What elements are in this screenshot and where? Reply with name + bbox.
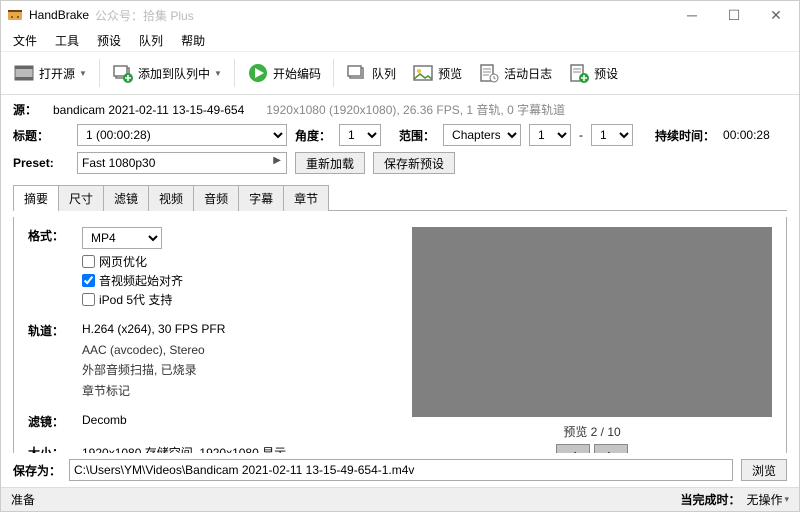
- range-to-select[interactable]: 1: [591, 124, 633, 146]
- range-from-select[interactable]: 1: [529, 124, 571, 146]
- tab-bar: 摘要 尺寸 滤镜 视频 音频 字幕 章节: [13, 184, 787, 211]
- duration-value: 00:00:28: [723, 128, 770, 142]
- tab-content-summary: 格式： MP4 网页优化 音视频起始对齐 iPod 5代 支持 轨道： H.26…: [13, 217, 787, 453]
- body-area: 源： bandicam 2021-02-11 13-15-49-654 1920…: [1, 95, 799, 453]
- duration-label: 持续时间：: [655, 127, 715, 144]
- tab-audio[interactable]: 音频: [193, 185, 239, 211]
- preset-icon: [568, 62, 590, 84]
- start-encode-button[interactable]: 开始编码: [241, 58, 327, 88]
- play-icon: [247, 62, 269, 84]
- track-foreign-scan: 外部音频扫描, 已烧录: [82, 361, 392, 378]
- menu-queue[interactable]: 队列: [133, 30, 169, 51]
- activity-log-button[interactable]: 活动日志: [472, 58, 558, 88]
- log-icon: [478, 62, 500, 84]
- title-label: 标题：: [13, 127, 69, 144]
- preset-picker[interactable]: ▶: [77, 152, 287, 174]
- source-line: 源： bandicam 2021-02-11 13-15-49-654 1920…: [13, 101, 787, 118]
- chevron-right-icon: ▶: [273, 155, 281, 166]
- menu-tools[interactable]: 工具: [49, 30, 85, 51]
- menu-presets[interactable]: 预设: [91, 30, 127, 51]
- menu-bar: 文件 工具 预设 队列 帮助: [1, 29, 799, 51]
- menu-help[interactable]: 帮助: [175, 30, 211, 51]
- status-bar: 准备 当完成时： 无操作 ▾: [1, 487, 799, 511]
- tab-chapters[interactable]: 章节: [283, 185, 329, 211]
- preview-next-button[interactable]: >: [594, 444, 628, 453]
- tracks-label: 轨道：: [28, 322, 82, 339]
- queue-button[interactable]: 队列: [340, 58, 402, 88]
- gallery-plus-icon: [112, 62, 134, 84]
- chevron-down-icon[interactable]: ▼: [214, 62, 222, 84]
- source-label: 源：: [13, 101, 45, 118]
- toolbar: 打开源 ▼ 添加到队列中 ▼ 开始编码 队列 预览 活动日志 预设: [1, 51, 799, 95]
- filters-value: Decomb: [82, 413, 392, 430]
- app-window: HandBrake 公众号：拾集 Plus ─ ☐ ✕ 文件 工具 预设 队列 …: [0, 0, 800, 512]
- track-video: H.264 (x264), 30 FPS PFR: [82, 322, 392, 339]
- maximize-button[interactable]: ☐: [713, 1, 755, 29]
- chevron-down-icon[interactable]: ▼: [79, 62, 87, 84]
- ipod-checkbox[interactable]: [82, 293, 95, 306]
- app-subtitle: 公众号：拾集 Plus: [95, 7, 194, 24]
- angle-select[interactable]: 1: [339, 124, 381, 146]
- image-icon: [412, 62, 434, 84]
- range-sep: -: [579, 128, 583, 142]
- web-optimized-checkbox[interactable]: [82, 255, 95, 268]
- size-label: 大小：: [28, 444, 82, 453]
- save-preset-button[interactable]: 保存新预设: [373, 152, 455, 174]
- size-value: 1920x1080 存储空间, 1920x1080 显示: [82, 444, 392, 453]
- title-row: 标题： 1 (00:00:28) 角度： 1 范围： Chapters 1 - …: [13, 124, 787, 146]
- title-bar: HandBrake 公众号：拾集 Plus ─ ☐ ✕: [1, 1, 799, 29]
- browse-button[interactable]: 浏览: [741, 459, 787, 481]
- menu-file[interactable]: 文件: [7, 30, 43, 51]
- minimize-button[interactable]: ─: [671, 1, 713, 29]
- av-align-checkbox[interactable]: [82, 274, 95, 287]
- tab-summary[interactable]: 摘要: [13, 185, 59, 211]
- app-title: HandBrake: [29, 8, 89, 22]
- preset-row: Preset: ▶ 重新加载 保存新预设: [13, 152, 787, 174]
- preview-counter: 预览 2 / 10: [563, 423, 620, 440]
- track-audio: AAC (avcodec), Stereo: [82, 343, 392, 357]
- save-label: 保存为：: [13, 462, 61, 479]
- format-label: 格式：: [28, 227, 82, 249]
- title-select[interactable]: 1 (00:00:28): [77, 124, 287, 146]
- angle-label: 角度：: [295, 127, 331, 144]
- preset-label: Preset:: [13, 156, 69, 170]
- when-done-label: 当完成时：: [680, 491, 740, 508]
- reload-preset-button[interactable]: 重新加载: [295, 152, 365, 174]
- source-meta: 1920x1080 (1920x1080), 26.36 FPS, 1 音轨, …: [266, 101, 565, 118]
- preview-button[interactable]: 预览: [406, 58, 468, 88]
- source-name: bandicam 2021-02-11 13-15-49-654: [53, 103, 244, 117]
- chevron-down-icon[interactable]: ▾: [784, 494, 789, 505]
- track-chapter-markers: 章节标记: [82, 382, 392, 399]
- close-button[interactable]: ✕: [755, 1, 797, 29]
- format-select[interactable]: MP4: [82, 227, 162, 249]
- save-path-input[interactable]: [69, 459, 733, 481]
- save-row: 保存为： 浏览: [1, 453, 799, 487]
- gallery-icon: [346, 62, 368, 84]
- range-type-select[interactable]: Chapters: [443, 124, 521, 146]
- app-icon: [7, 7, 23, 23]
- tab-subtitles[interactable]: 字幕: [238, 185, 284, 211]
- tab-filters[interactable]: 滤镜: [103, 185, 149, 211]
- when-done-value[interactable]: 无操作: [746, 491, 782, 508]
- status-text: 准备: [11, 491, 35, 508]
- tab-dimensions[interactable]: 尺寸: [58, 185, 104, 211]
- presets-button[interactable]: 预设: [562, 58, 624, 88]
- tab-video[interactable]: 视频: [148, 185, 194, 211]
- film-icon: [13, 62, 35, 84]
- open-source-button[interactable]: 打开源 ▼: [7, 58, 93, 88]
- filters-label: 滤镜：: [28, 413, 82, 430]
- range-label: 范围：: [399, 127, 435, 144]
- preview-prev-button[interactable]: <: [556, 444, 590, 453]
- preview-image: [412, 227, 772, 417]
- add-to-queue-button[interactable]: 添加到队列中 ▼: [106, 58, 228, 88]
